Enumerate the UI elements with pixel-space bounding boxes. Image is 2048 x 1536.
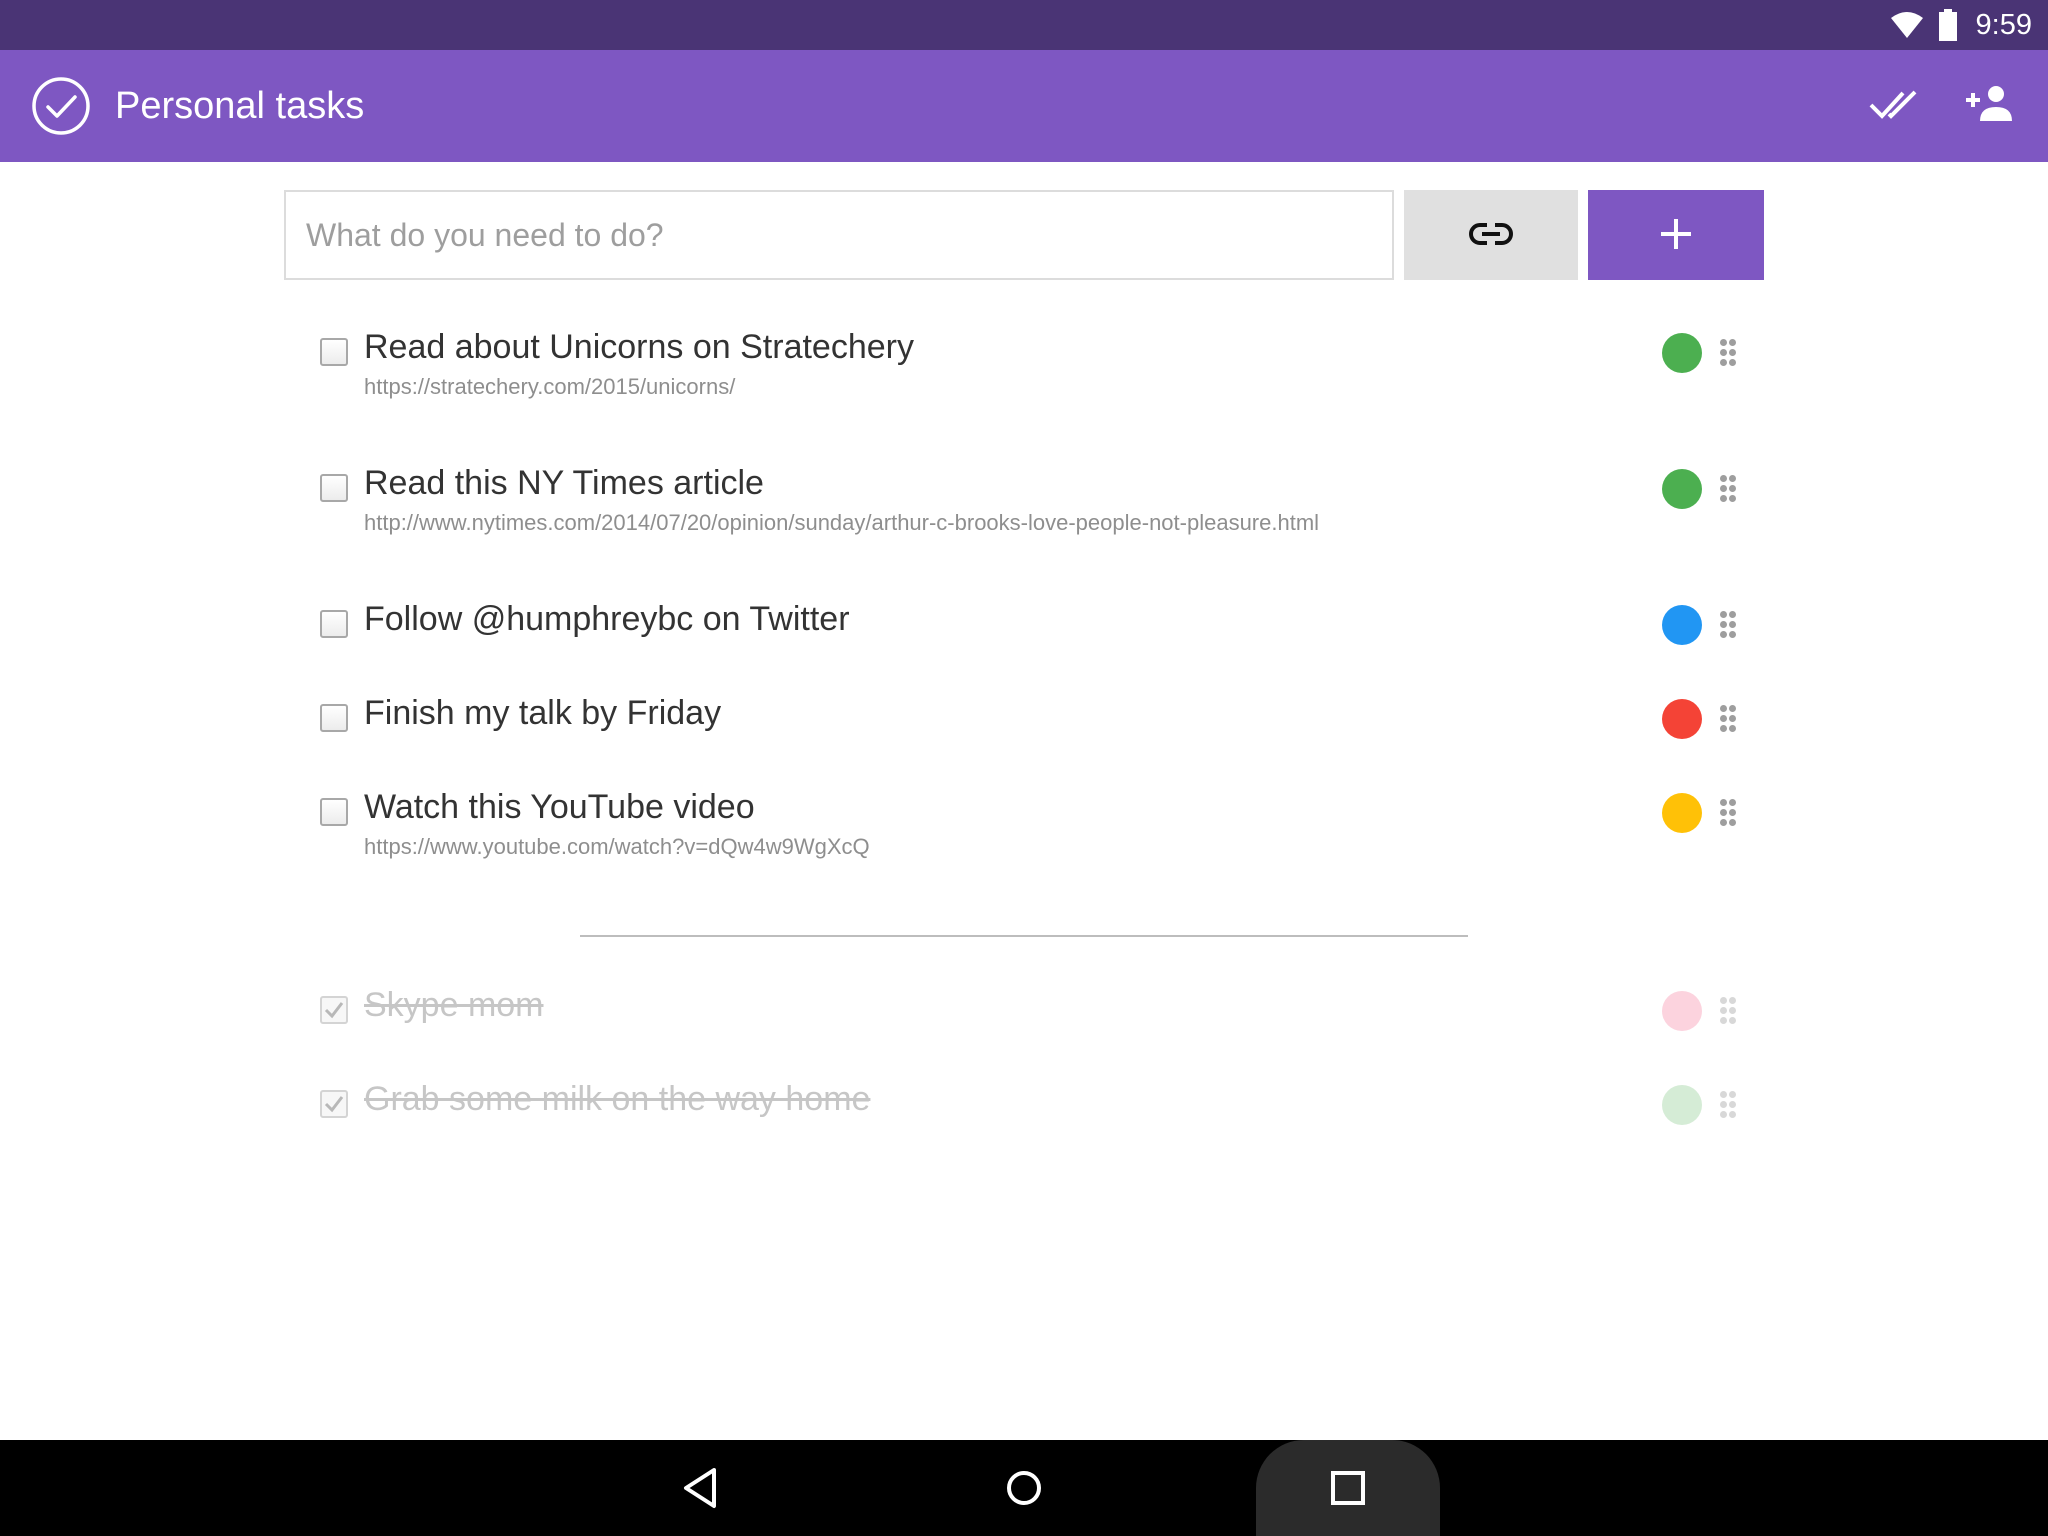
task-checkbox[interactable]: [320, 338, 348, 366]
task-input[interactable]: [284, 190, 1394, 280]
drag-handle-icon[interactable]: [1718, 608, 1738, 642]
home-button[interactable]: [984, 1440, 1064, 1536]
add-person-button[interactable]: [1962, 78, 2018, 134]
task-url[interactable]: http://www.nytimes.com/2014/07/20/opinio…: [364, 510, 1319, 536]
checkmark-icon: [324, 1096, 344, 1113]
task-url[interactable]: https://stratechery.com/2015/unicorns/: [364, 374, 735, 400]
wifi-icon: [1890, 11, 1924, 39]
completed-divider: [580, 935, 1468, 937]
task-checkbox[interactable]: [320, 704, 348, 732]
mark-all-done-icon: [1869, 87, 1919, 126]
check-circle-icon: [31, 76, 91, 136]
drag-handle-icon[interactable]: [1718, 994, 1738, 1028]
task-color-dot[interactable]: [1662, 333, 1702, 373]
task-checkbox[interactable]: [320, 798, 348, 826]
page-title: Personal tasks: [115, 85, 365, 127]
task-title[interactable]: Skype mom: [364, 986, 544, 1025]
task-checkbox[interactable]: [320, 1090, 348, 1118]
add-person-icon: [1966, 85, 2014, 128]
task-color-dot[interactable]: [1662, 991, 1702, 1031]
recents-button[interactable]: [1256, 1440, 1440, 1536]
battery-icon: [1938, 9, 1958, 41]
task-title[interactable]: Grab some milk on the way home: [364, 1080, 870, 1119]
task-checkbox[interactable]: [320, 996, 348, 1024]
mark-all-done-button[interactable]: [1866, 78, 1922, 134]
screen: 9:59 Personal tasks What do you need to …: [0, 0, 2048, 1536]
recents-icon: [1331, 1471, 1365, 1505]
status-time: 9:59: [1975, 8, 2032, 41]
home-icon: [1007, 1471, 1041, 1505]
add-task-button[interactable]: [1588, 190, 1764, 280]
drag-handle-icon[interactable]: [1718, 472, 1738, 506]
drag-handle-icon[interactable]: [1718, 702, 1738, 736]
drag-handle-icon[interactable]: [1718, 1088, 1738, 1122]
link-icon: [1469, 222, 1513, 249]
task-color-dot[interactable]: [1662, 1085, 1702, 1125]
plus-icon: [1660, 218, 1692, 253]
checkmark-icon: [324, 1002, 344, 1019]
task-color-dot[interactable]: [1662, 469, 1702, 509]
task-title[interactable]: Follow @humphreybc on Twitter: [364, 600, 850, 639]
add-link-button[interactable]: [1404, 190, 1578, 280]
status-bar: 9:59: [0, 0, 2048, 50]
task-title[interactable]: Finish my talk by Friday: [364, 694, 721, 733]
app-bar: Personal tasks: [0, 50, 2048, 162]
task-color-dot[interactable]: [1662, 699, 1702, 739]
task-checkbox[interactable]: [320, 610, 348, 638]
task-title[interactable]: Read this NY Times article: [364, 464, 764, 503]
task-color-dot[interactable]: [1662, 793, 1702, 833]
drag-handle-icon[interactable]: [1718, 336, 1738, 370]
task-title[interactable]: Watch this YouTube video: [364, 788, 755, 827]
task-checkbox[interactable]: [320, 474, 348, 502]
back-button[interactable]: [660, 1440, 740, 1536]
navigation-bar: [0, 1440, 2048, 1536]
task-color-dot[interactable]: [1662, 605, 1702, 645]
back-icon: [684, 1468, 716, 1508]
drag-handle-icon[interactable]: [1718, 796, 1738, 830]
task-url[interactable]: https://www.youtube.com/watch?v=dQw4w9Wg…: [364, 834, 870, 860]
task-title[interactable]: Read about Unicorns on Stratechery: [364, 328, 914, 367]
